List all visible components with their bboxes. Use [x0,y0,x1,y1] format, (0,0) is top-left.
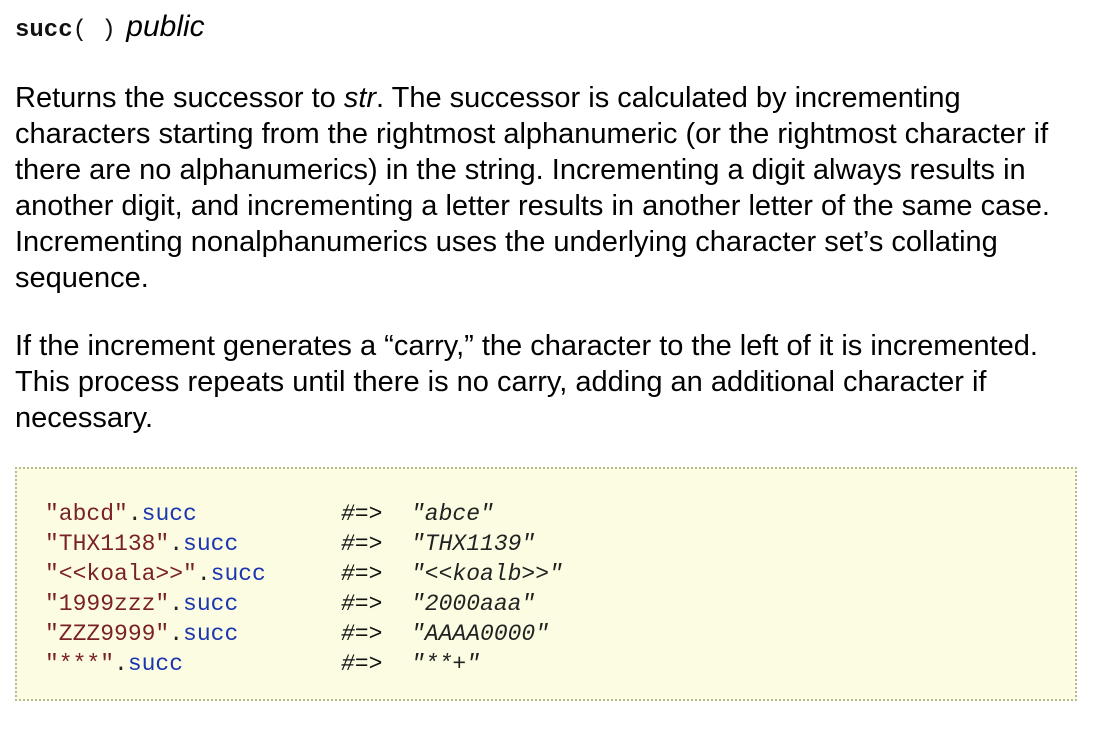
code-dot: . [127,501,142,527]
para1-before-arg: Returns the successor to [15,82,344,114]
code-result: "2000aaa" [411,591,536,617]
code-result: "THX1139" [411,531,536,557]
code-line: "<<koala>>".succ #=> "<<koalb>>" [45,559,563,589]
code-method: succ [210,561,266,587]
code-dot: . [196,561,211,587]
code-dot: . [169,621,184,647]
code-method: succ [183,531,239,557]
code-result: "abce" [411,501,494,527]
code-dot: . [169,531,184,557]
method-name: succ [15,17,73,44]
code-receiver: "1999zzz" [45,591,170,617]
argument-name: str [343,82,377,114]
code-dot: . [114,651,128,677]
description-paragraph-2: If the increment generates a “carry,” th… [15,330,1038,434]
code-receiver: "ZZZ9999" [45,621,170,647]
code-receiver: "THX1138" [45,531,170,557]
code-arrow: #=> [341,501,383,527]
code-method: succ [141,501,197,527]
code-line: "abcd".succ #=> "abce" [45,499,494,529]
code-method: succ [183,591,239,617]
code-line: "***".succ #=> "**+" [45,649,480,679]
method-visibility: public [126,10,205,43]
code-arrow: #=> [341,591,383,617]
code-result: "AAAA0000" [411,621,550,647]
code-result: "<<koalb>>" [411,561,563,587]
code-arrow: #=> [341,621,383,647]
code-line: "ZZZ9999".succ #=> "AAAA0000" [45,619,549,649]
method-parens: ( ) [72,17,116,44]
code-line: "THX1138".succ #=> "THX1139" [45,529,535,559]
code-example-lines: "abcd".succ #=> "abce" "THX1138".succ #=> "T… [45,499,563,679]
code-receiver: "<<koala>>" [45,561,197,587]
code-line: "1999zzz".succ #=> "2000aaa" [45,589,535,619]
code-method: succ [183,621,239,647]
code-dot: . [169,591,184,617]
code-arrow: #=> [341,561,383,587]
code-method: succ [127,651,184,677]
method-signature: succ( ) public [15,10,205,44]
code-arrow: #=> [341,531,383,557]
description-paragraph-1: Returns the successor to str. The succes… [15,80,1075,296]
code-receiver: "***" [45,651,115,677]
code-result: "**+" [411,651,481,677]
code-example-box: "abcd".succ #=> "abce" "THX1138".succ #=> "T… [15,467,1077,701]
code-arrow: #=> [341,651,383,677]
code-receiver: "abcd" [45,501,128,527]
